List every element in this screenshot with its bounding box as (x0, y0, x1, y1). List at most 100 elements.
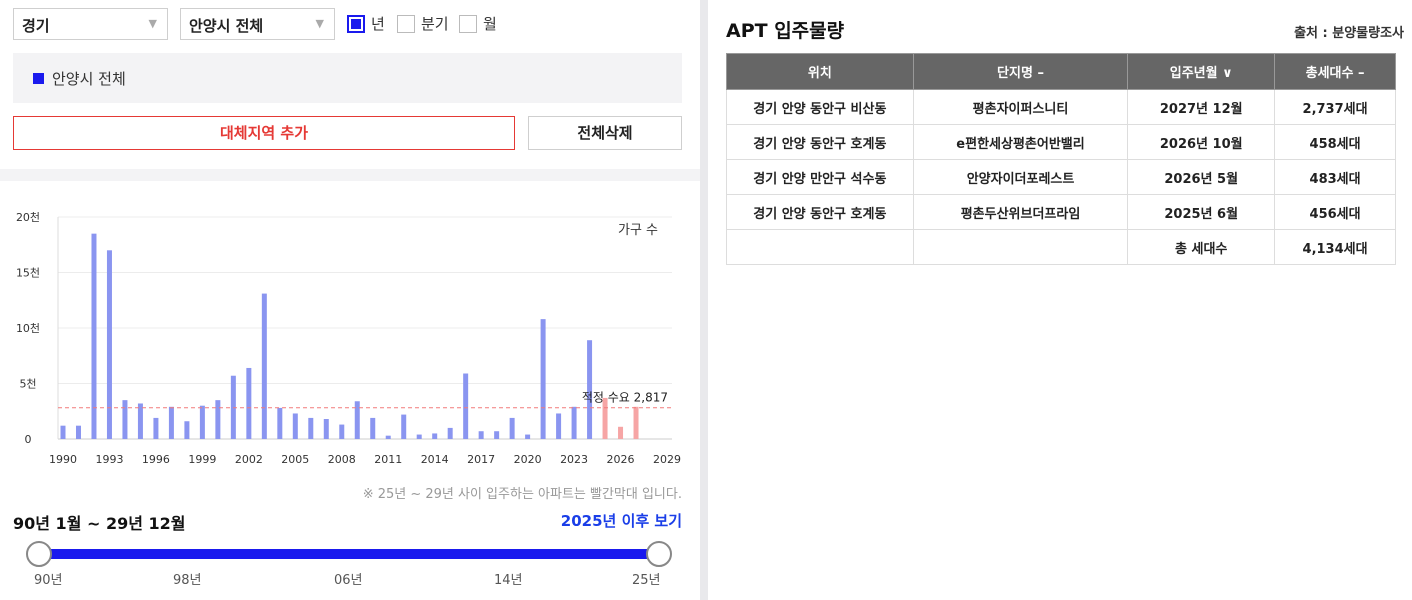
x-tick-label: 2008 (328, 453, 356, 466)
x-tick-label: 1990 (49, 453, 77, 466)
column-complex[interactable]: 단지명 – (912, 53, 1129, 90)
cell-households: 483세대 (1274, 159, 1396, 195)
column-move-in[interactable]: 입주년월 ∨ (1127, 53, 1276, 90)
y-tick-label: 0 (25, 433, 32, 446)
add-region-button[interactable]: 대체지역 추가 (13, 116, 515, 150)
range-tick: 14년 (494, 573, 523, 588)
x-tick-label: 2005 (281, 453, 309, 466)
chevron-down-icon: ▼ (148, 17, 157, 30)
x-tick-label: 2017 (467, 453, 495, 466)
source-note: 출처 : 분양물량조사 (1294, 26, 1404, 41)
bar-2000 (215, 400, 221, 439)
cell-move-in: 2027년 12월 (1127, 89, 1276, 125)
checkbox-checked-icon[interactable] (347, 14, 365, 33)
table-total-row: 총 세대수 4,134세대 (726, 229, 1396, 265)
range-slider-track[interactable] (40, 549, 660, 559)
range-tick: 98년 (173, 573, 202, 588)
delete-all-button[interactable]: 전체삭제 (528, 116, 682, 150)
cell-location: 경기 안양 만안구 석수동 (726, 159, 914, 195)
cell-complex: 안양자이더포레스트 (912, 159, 1129, 195)
bar-2012 (401, 414, 407, 439)
bar-1995 (137, 403, 143, 439)
column-location[interactable]: 위치 (726, 53, 914, 90)
legend-label: 가구 수 (618, 223, 658, 238)
cell-households: 2,737세대 (1274, 89, 1396, 125)
cell-complex: 평촌두산위브더프라임 (912, 194, 1129, 230)
after-2025-link[interactable]: 2025년 이후 보기 (561, 510, 682, 531)
x-tick-label: 2029 (653, 453, 681, 466)
bar-2002 (246, 367, 252, 439)
province-value: 경기 (22, 17, 50, 35)
table-row[interactable]: 경기 안양 만안구 석수동 안양자이더포레스트 2026년 5월 483세대 (726, 159, 1396, 195)
city-value: 안양시 전체 (189, 17, 264, 35)
section-separator (0, 169, 700, 181)
checkbox-icon[interactable] (397, 14, 415, 33)
bar-1999 (199, 405, 205, 439)
province-select[interactable]: 경기 ▼ (13, 8, 168, 40)
total-label: 총 세대수 (1127, 229, 1276, 265)
range-tick: 06년 (334, 573, 363, 588)
region-chip[interactable]: 안양시 전체 (33, 68, 126, 89)
bar-2007 (323, 419, 329, 439)
column-households[interactable]: 총세대수 – (1274, 53, 1396, 90)
supply-table: 위치 단지명 – 입주년월 ∨ 총세대수 – 경기 안양 동안구 비산동 평촌자… (726, 53, 1396, 265)
bar-1991 (75, 425, 81, 439)
bar-2006 (308, 417, 314, 439)
range-tick: 25년 (632, 573, 661, 588)
x-tick-label: 1993 (95, 453, 123, 466)
table-row[interactable]: 경기 안양 동안구 호계동 e편한세상평촌어반밸리 2026년 10월 458세… (726, 124, 1396, 160)
reference-label: 적정 수요 2,817 (582, 391, 668, 405)
cell-households: 458세대 (1274, 124, 1396, 160)
bar-2027 (633, 406, 639, 439)
cell-complex: 평촌자이퍼스니티 (912, 89, 1129, 125)
cell-location: 경기 안양 동안구 호계동 (726, 124, 914, 160)
y-tick-label: 15천 (16, 266, 40, 280)
cell-complex: e편한세상평촌어반밸리 (912, 124, 1129, 160)
range-tick: 90년 (34, 573, 63, 588)
bar-2019 (509, 417, 515, 439)
bar-1998 (184, 421, 190, 439)
bar-2013 (416, 434, 422, 439)
bar-2026 (618, 426, 624, 439)
x-tick-label: 2011 (374, 453, 402, 466)
checkbox-month[interactable]: 월 (459, 13, 497, 34)
cell-households: 456세대 (1274, 194, 1396, 230)
range-slider-start-handle[interactable] (26, 541, 52, 567)
y-tick-label: 5천 (19, 377, 36, 391)
y-tick-label: 20천 (16, 210, 40, 224)
bar-1997 (168, 406, 174, 439)
bar-2011 (385, 435, 391, 439)
x-tick-label: 1996 (142, 453, 170, 466)
cell-empty (726, 229, 914, 265)
chart-footnote: ※ 25년 ~ 29년 사이 입주하는 아파트는 빨간막대 입니다. (362, 487, 682, 502)
bar-2018 (494, 431, 500, 439)
bar-2005 (292, 413, 298, 439)
bar-2021 (540, 319, 546, 439)
checkbox-month-label: 월 (483, 15, 497, 33)
table-row[interactable]: 경기 안양 동안구 호계동 평촌두산위브더프라임 2025년 6월 456세대 (726, 194, 1396, 230)
bar-2023 (571, 406, 577, 439)
bar-2022 (556, 413, 562, 439)
bar-2016 (463, 373, 469, 439)
checkbox-year[interactable]: 년 (347, 13, 385, 34)
panel-divider[interactable] (700, 0, 708, 600)
cell-location: 경기 안양 동안구 호계동 (726, 194, 914, 230)
total-value: 4,134세대 (1274, 229, 1396, 265)
bar-2008 (339, 424, 345, 439)
x-tick-label: 2026 (607, 453, 635, 466)
bar-2020 (525, 434, 531, 439)
table-header-row: 위치 단지명 – 입주년월 ∨ 총세대수 – (726, 53, 1396, 90)
checkbox-icon[interactable] (459, 14, 477, 33)
bar-1993 (106, 250, 112, 439)
series-color-icon (33, 73, 44, 84)
checkbox-quarter[interactable]: 분기 (397, 13, 449, 34)
table-row[interactable]: 경기 안양 동안구 비산동 평촌자이퍼스니티 2027년 12월 2,737세대 (726, 89, 1396, 125)
table-title: APT 입주물량 (726, 20, 845, 42)
city-select[interactable]: 안양시 전체 ▼ (180, 8, 335, 40)
bar-2004 (277, 407, 283, 439)
bar-2003 (261, 293, 267, 439)
cell-move-in: 2026년 10월 (1127, 124, 1276, 160)
range-slider-end-handle[interactable] (646, 541, 672, 567)
bar-1994 (122, 400, 128, 439)
bar-2009 (354, 401, 360, 439)
